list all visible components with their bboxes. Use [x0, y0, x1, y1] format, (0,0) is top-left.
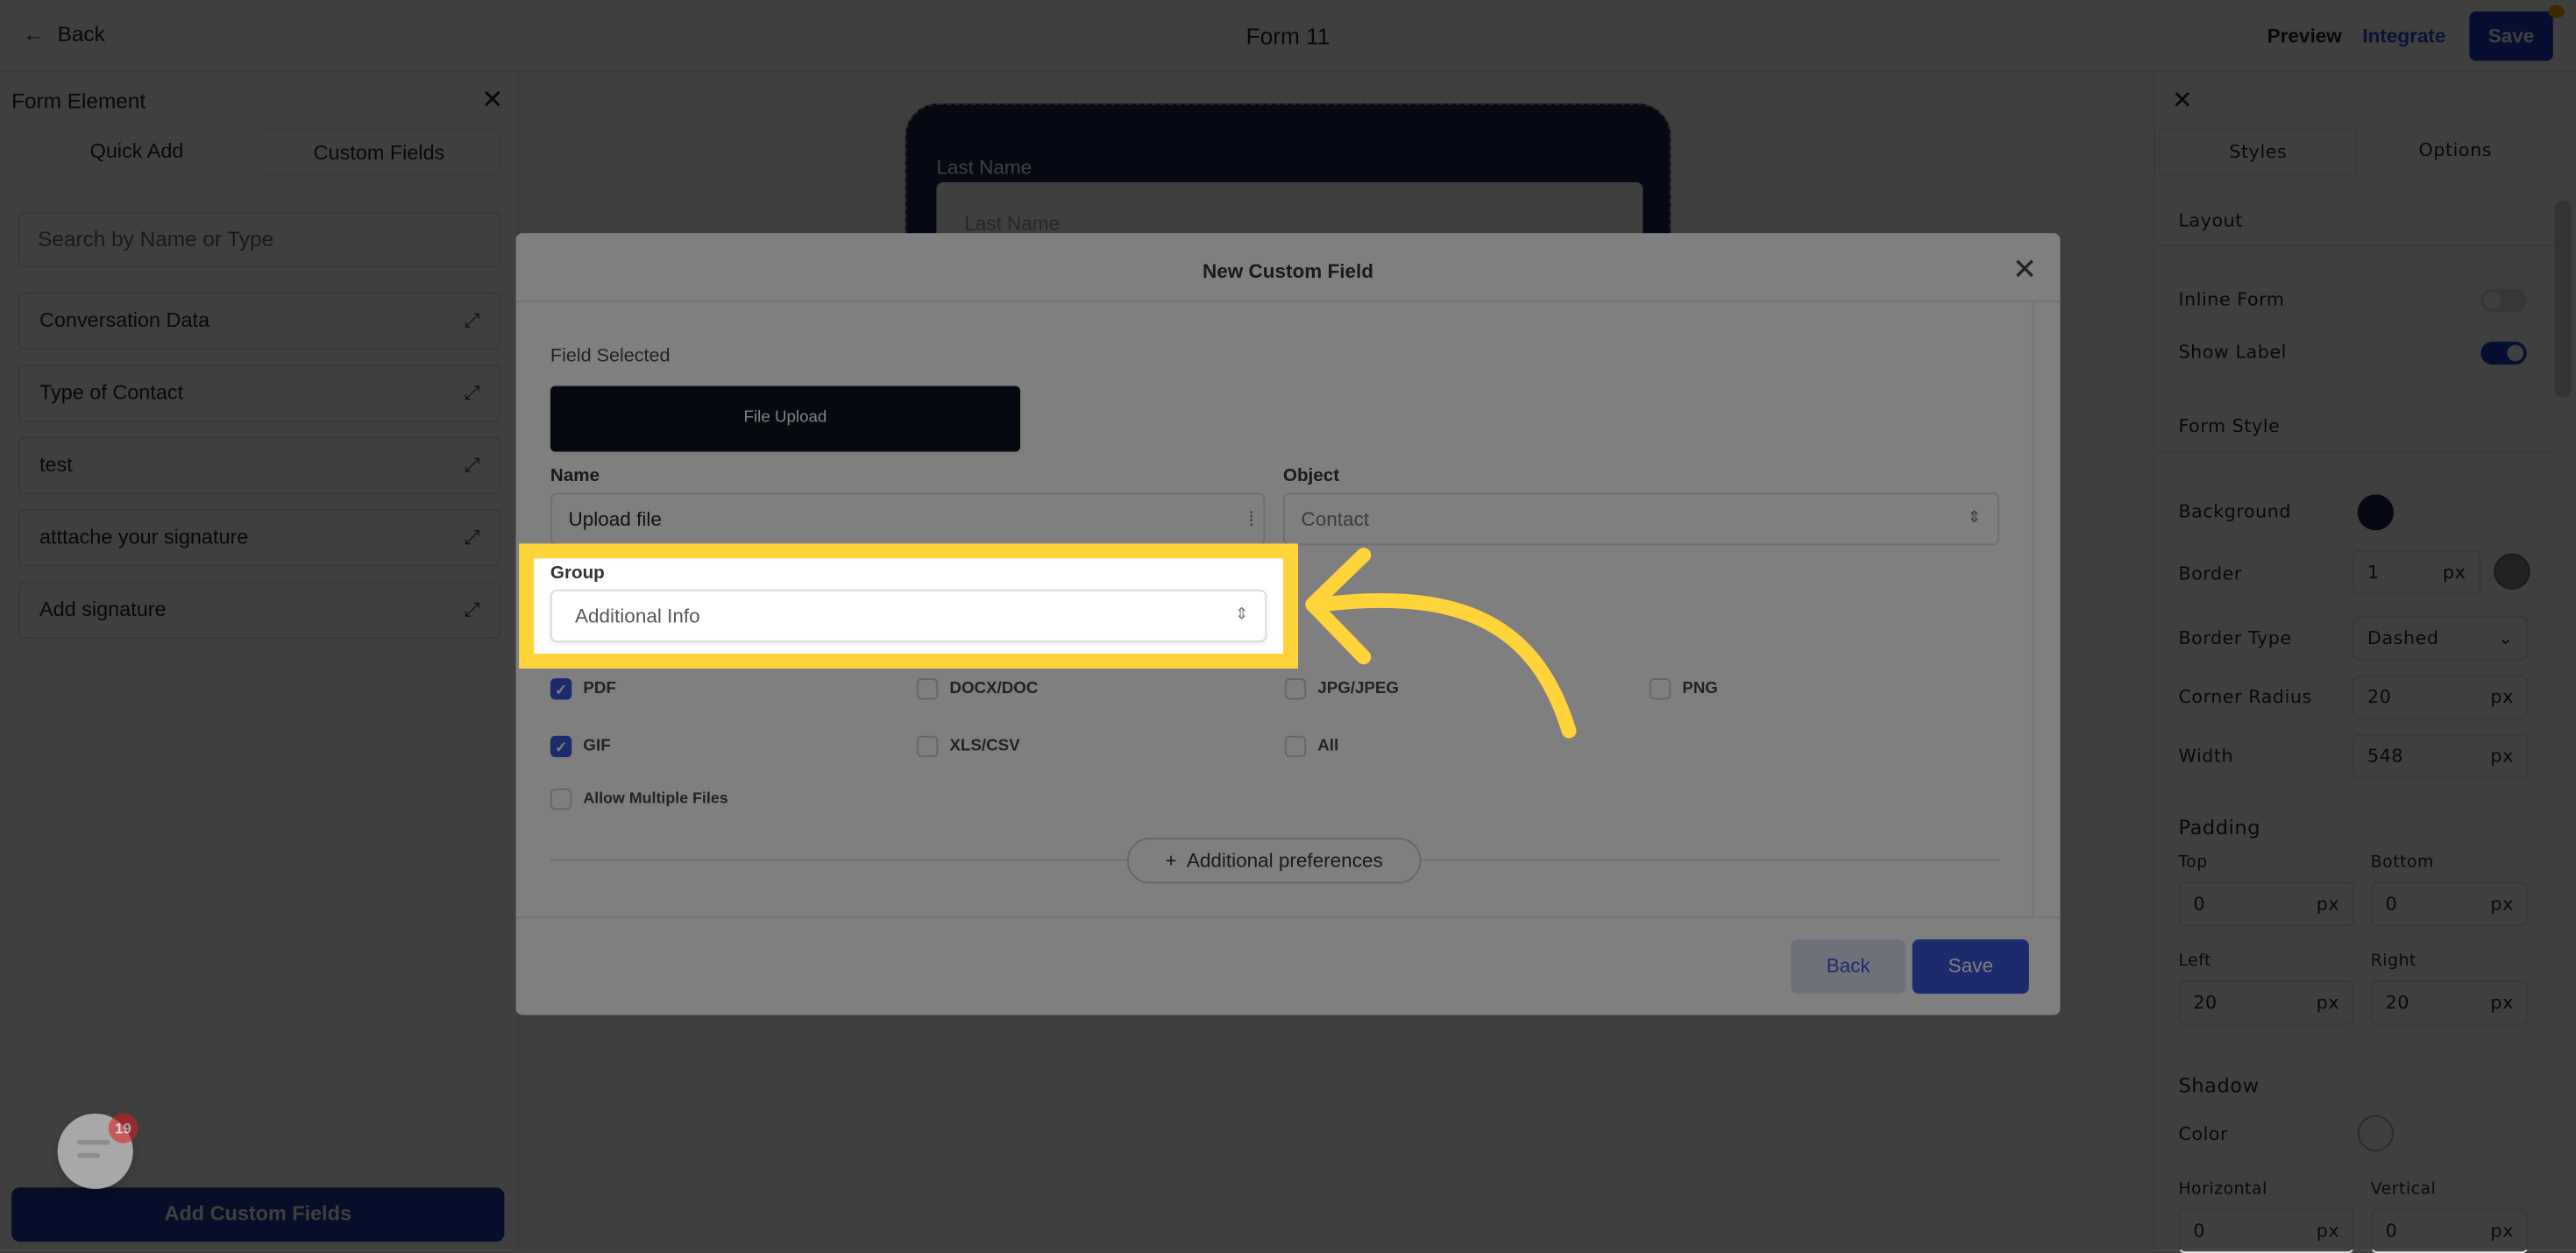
arrow-shaft [1315, 593, 1577, 739]
pointer-arrow-icon [1305, 548, 1577, 739]
